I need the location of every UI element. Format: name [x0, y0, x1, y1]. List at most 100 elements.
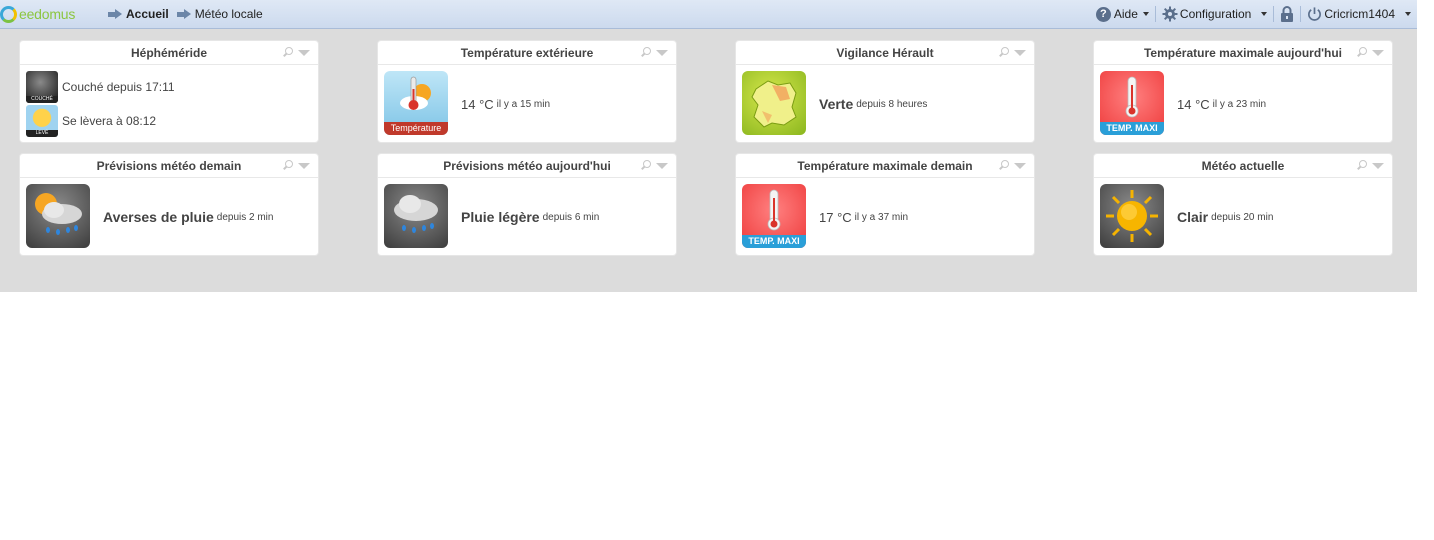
widget-body: Verte depuis 8 heures — [736, 65, 1034, 143]
tile-label: TEMP. MAXI — [1100, 122, 1164, 135]
widget-title: Vigilance Hérault — [836, 45, 934, 60]
widget-header: Température maximale demain — [736, 154, 1034, 178]
widget-value: 14 °C — [461, 96, 494, 112]
widget-title: Prévisions météo demain — [96, 158, 242, 173]
widget-value: 17 °C — [819, 209, 852, 225]
thermometer-weather-icon[interactable]: Température — [384, 71, 448, 135]
right-menu: ? Aide Configuration Cricricm1404 — [1090, 0, 1417, 28]
widget-title: Prévisions météo aujourd'hui — [443, 158, 611, 173]
arrow-right-icon — [108, 9, 122, 19]
widget-body: Température 14 °C il y a 15 min — [378, 65, 676, 143]
widget-since: il y a 15 min — [496, 98, 551, 110]
set-caption: COUCHÉ — [26, 96, 58, 103]
dropdown-arrow-icon[interactable] — [1372, 162, 1384, 169]
dropdown-arrow-icon[interactable] — [656, 162, 668, 169]
widget-value-area: 17 °C il y a 37 min — [819, 178, 908, 256]
dropdown-arrow-icon[interactable] — [298, 49, 310, 56]
widget-title: Température extérieure — [460, 45, 594, 60]
widget-since: il y a 37 min — [854, 211, 909, 223]
configuration-label: Configuration — [1179, 7, 1252, 21]
eedomus-logo[interactable]: eedomus — [0, 5, 100, 23]
widget-value: 14 °C — [1177, 96, 1210, 112]
widget-value: Verte — [819, 96, 854, 112]
dropdown-arrow-icon[interactable] — [656, 49, 668, 56]
chevron-down-icon — [1261, 12, 1268, 16]
configuration-menu[interactable]: Configuration — [1156, 0, 1273, 28]
widget-body: TEMP. MAXI 17 °C il y a 37 min — [736, 178, 1034, 256]
widget-since: depuis 6 min — [542, 211, 600, 223]
dropdown-arrow-icon[interactable] — [298, 162, 310, 169]
widget-tools — [998, 160, 1026, 171]
widget-header: Température maximale aujourd'hui — [1094, 41, 1392, 65]
widget-tools — [1356, 47, 1384, 58]
widget-temperature-exterieure: Température extérieure Température 14 °C — [377, 40, 677, 143]
help-menu[interactable]: ? Aide — [1090, 0, 1155, 28]
user-menu[interactable]: Cricricm1404 — [1301, 0, 1417, 28]
widget-tools — [998, 47, 1026, 58]
sunset-row: COUCHÉ Couché depuis 17:11 — [26, 71, 175, 103]
widget-tools — [640, 160, 668, 171]
widget-tools — [1356, 160, 1384, 171]
widget-title: Température maximale aujourd'hui — [1143, 45, 1343, 60]
widget-header: Météo actuelle — [1094, 154, 1392, 178]
arrow-right-icon — [176, 9, 191, 19]
widget-header: Vigilance Hérault — [736, 41, 1034, 65]
dropdown-arrow-icon[interactable] — [1014, 162, 1026, 169]
nav-accueil-label: Accueil — [126, 7, 169, 21]
rain-cloud-icon[interactable] — [384, 184, 448, 248]
sun-rain-showers-icon[interactable] — [26, 184, 90, 248]
magnifier-icon[interactable] — [998, 160, 1009, 171]
sunrise-text: Se lèvera à 08:12 — [62, 114, 157, 128]
widget-since: depuis 2 min — [216, 211, 274, 223]
magnifier-icon[interactable] — [640, 47, 651, 58]
help-label: Aide — [1113, 7, 1138, 21]
magnifier-icon[interactable] — [640, 160, 651, 171]
chevron-down-icon — [1405, 12, 1411, 16]
widget-title: Température maximale demain — [797, 158, 973, 173]
nav-accueil[interactable]: Accueil — [108, 7, 169, 21]
widget-body: TEMP. MAXI 14 °C il y a 23 min — [1094, 65, 1392, 143]
widget-previsions-aujourdhui: Prévisions météo aujourd'hui Pluie légèr… — [377, 153, 677, 256]
nav-meteo-locale[interactable]: Météo locale — [176, 7, 263, 21]
widget-temp-max-demain: Température maximale demain TEMP. MAXI 1… — [735, 153, 1035, 256]
magnifier-icon[interactable] — [282, 160, 293, 171]
dropdown-arrow-icon[interactable] — [1372, 49, 1384, 56]
widget-tools — [282, 160, 310, 171]
widget-ephemeride: Héphéméride COUCHÉ Couché depuis 17:11 L… — [19, 40, 319, 143]
dropdown-arrow-icon[interactable] — [1014, 49, 1026, 56]
widget-header: Prévisions météo aujourd'hui — [378, 154, 676, 178]
widget-value-area: Pluie légère depuis 6 min — [461, 178, 599, 256]
lock-icon — [1281, 6, 1294, 22]
power-icon — [1308, 7, 1322, 21]
sunset-text: Couché depuis 17:11 — [62, 80, 175, 94]
widget-since: il y a 23 min — [1212, 98, 1267, 110]
rise-caption: LEVÉ — [26, 130, 58, 137]
sunrise-row: LEVÉ Se lèvera à 08:12 — [26, 105, 156, 137]
lock-button[interactable] — [1274, 0, 1300, 28]
widget-value: Pluie légère — [461, 209, 540, 225]
widget-body: Averses de pluie depuis 2 min — [20, 178, 318, 256]
magnifier-icon[interactable] — [1356, 160, 1367, 171]
sun-icon: LEVÉ — [26, 105, 58, 137]
thermometer-icon[interactable]: TEMP. MAXI — [1100, 71, 1164, 135]
chevron-down-icon — [1142, 12, 1149, 16]
widget-value: Averses de pluie — [103, 209, 214, 225]
gear-icon — [1162, 6, 1178, 22]
magnifier-icon[interactable] — [282, 47, 293, 58]
magnifier-icon[interactable] — [1356, 47, 1367, 58]
sun-clear-icon[interactable] — [1100, 184, 1164, 248]
logo-ring-icon — [0, 5, 17, 23]
widget-body: Pluie légère depuis 6 min — [378, 178, 676, 256]
logo-text: eedomus — [19, 6, 76, 22]
widget-tools — [282, 47, 310, 58]
france-map-icon[interactable] — [742, 71, 806, 135]
widget-value-area: 14 °C il y a 15 min — [461, 65, 550, 143]
widget-meteo-actuelle: Météo actuelle Clair depuis 20 min — [1093, 153, 1393, 256]
magnifier-icon[interactable] — [998, 47, 1009, 58]
thermometer-icon[interactable]: TEMP. MAXI — [742, 184, 806, 248]
moon-icon: COUCHÉ — [26, 71, 58, 103]
user-label: Cricricm1404 — [1324, 7, 1395, 21]
widget-header: Prévisions météo demain — [20, 154, 318, 178]
widget-value-area: Verte depuis 8 heures — [819, 65, 927, 143]
widget-since: depuis 8 heures — [856, 98, 928, 110]
